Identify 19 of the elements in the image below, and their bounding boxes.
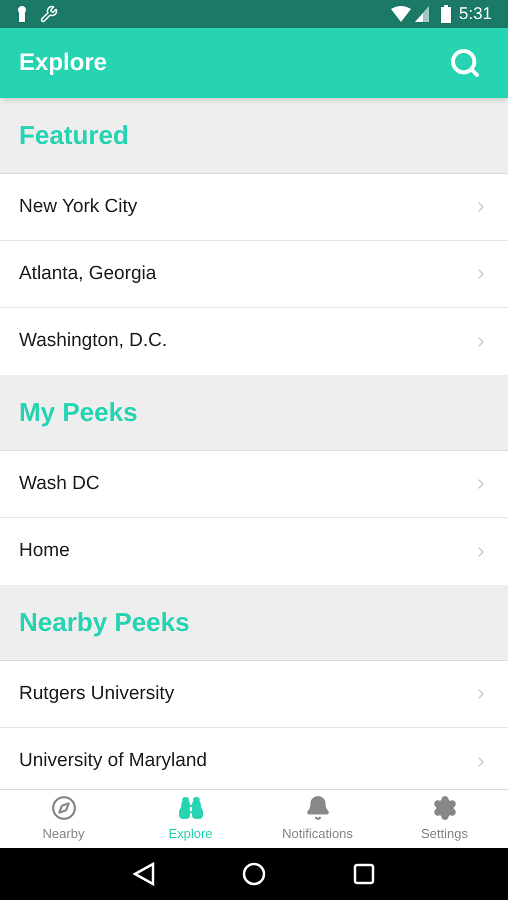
compass-icon: [50, 794, 76, 821]
bell-icon: [304, 794, 330, 821]
wifi-icon: [390, 6, 411, 22]
keyhole-icon: [16, 5, 28, 23]
wrench-icon: [40, 5, 58, 23]
recents-icon[interactable]: [352, 863, 375, 885]
status-time: 5:31: [458, 3, 492, 26]
signal-icon: [414, 6, 429, 22]
battery-icon: [440, 5, 451, 23]
section-title: Nearby Peeks: [19, 606, 190, 639]
nav-tab[interactable]: Settings: [381, 790, 508, 848]
section-title: My Peeks: [19, 396, 138, 429]
back-icon[interactable]: [133, 862, 156, 886]
nav-tab[interactable]: Nearby: [0, 790, 127, 848]
section-title: Featured: [19, 119, 129, 152]
nav-tab[interactable]: Notifications: [254, 790, 381, 848]
app-title: Explore: [19, 48, 108, 78]
home-icon[interactable]: [242, 862, 266, 886]
binoculars-icon: [178, 794, 204, 821]
